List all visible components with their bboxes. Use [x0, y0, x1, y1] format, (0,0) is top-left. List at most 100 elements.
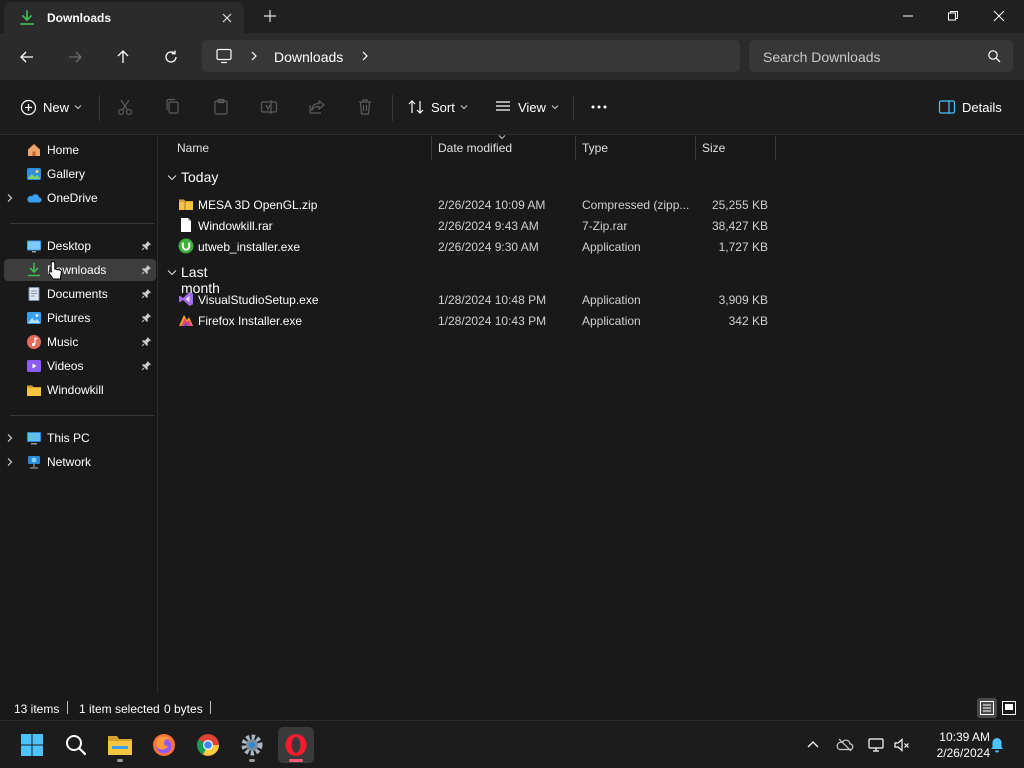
chevron-right-icon[interactable] [6, 433, 14, 443]
file-row[interactable]: Firefox Installer.exe 1/28/2024 10:43 PM… [173, 310, 773, 331]
status-bar: 13 items 1 item selected 0 bytes [0, 693, 1024, 720]
close-icon[interactable] [976, 0, 1022, 32]
running-indicator [249, 759, 255, 762]
selection-count: 1 item selected [79, 702, 160, 716]
details-pane-button[interactable]: Details [938, 96, 1002, 118]
network-icon [26, 454, 42, 470]
sidebar-item-documents[interactable]: Documents [4, 283, 156, 305]
start-button[interactable] [14, 727, 50, 763]
start-icon [20, 733, 44, 757]
taskbar-search-button[interactable] [58, 727, 94, 763]
file-type: Application [582, 314, 641, 328]
column-divider[interactable] [775, 136, 776, 160]
view-button[interactable]: View [494, 96, 559, 118]
paste-icon[interactable] [211, 97, 231, 117]
back-icon[interactable] [15, 45, 39, 69]
home-icon [26, 142, 42, 158]
onedrive-icon[interactable] [836, 736, 854, 754]
sidebar-item-network[interactable]: Network [4, 451, 156, 473]
sidebar-item-pictures[interactable]: Pictures [4, 307, 156, 329]
mouse-pointer-icon [48, 260, 64, 282]
toolbar-divider [392, 95, 393, 121]
forward-icon[interactable] [63, 45, 87, 69]
new-button[interactable]: New [20, 96, 82, 118]
taskbar-opera[interactable] [278, 727, 314, 763]
tiles-view-icon[interactable] [999, 698, 1019, 718]
pin-icon [141, 360, 152, 371]
chevron-right-icon[interactable] [360, 50, 370, 62]
chrome-icon [196, 733, 220, 757]
tab-title: Downloads [47, 11, 112, 25]
sidebar-item-downloads[interactable]: Downloads [4, 259, 156, 281]
chevron-right-icon[interactable] [249, 50, 259, 62]
file-type: Application [582, 293, 641, 307]
show-hidden-icons-icon[interactable] [804, 736, 822, 754]
sidebar-item-onedrive[interactable]: OneDrive [4, 187, 156, 209]
cut-icon[interactable] [115, 97, 135, 117]
search-icon [65, 734, 87, 756]
file-row[interactable]: VisualStudioSetup.exe 1/28/2024 10:48 PM… [173, 289, 773, 310]
taskbar-settings[interactable] [234, 727, 270, 763]
sidebar-item-this-pc[interactable]: This PC [4, 427, 156, 449]
firefox-icon [152, 733, 176, 757]
navigation-pane: Home Gallery OneDrive Desktop Downloads [0, 136, 158, 693]
sidebar-item-label: This PC [47, 431, 90, 445]
sidebar-item-label: Windowkill [47, 383, 104, 397]
column-header-type[interactable]: Type [576, 136, 695, 160]
sidebar-item-desktop[interactable]: Desktop [4, 235, 156, 257]
file-row[interactable]: utweb_installer.exe 2/26/2024 9:30 AM Ap… [173, 236, 773, 257]
taskbar-file-explorer[interactable] [102, 727, 138, 763]
taskbar-chrome[interactable] [190, 727, 226, 763]
refresh-icon[interactable] [159, 45, 183, 69]
sort-button[interactable]: Sort [407, 96, 468, 118]
copy-icon[interactable] [163, 97, 183, 117]
file-size: 3,909 KB [718, 293, 768, 307]
details-view-icon[interactable] [977, 698, 997, 718]
pictures-icon [26, 310, 42, 326]
share-icon[interactable] [307, 97, 327, 117]
sidebar-item-label: Network [47, 455, 92, 469]
this-pc-icon[interactable] [215, 48, 233, 64]
system-clock[interactable]: 10:39 AM 2/26/2024 [918, 729, 990, 761]
sidebar-item-gallery[interactable]: Gallery [4, 163, 156, 185]
file-row[interactable]: MESA 3D OpenGL.zip 2/26/2024 10:09 AM Co… [173, 194, 773, 215]
details-label: Details [962, 99, 1002, 115]
file-date: 1/28/2024 10:43 PM [438, 314, 547, 328]
sidebar-item-label: Gallery [47, 167, 86, 181]
firefox-installer-icon [178, 312, 194, 328]
sidebar-item-music[interactable]: Music [4, 331, 156, 353]
rename-icon[interactable] [259, 97, 279, 117]
network-icon[interactable] [867, 736, 885, 754]
column-header-name[interactable]: Name [171, 136, 432, 160]
chevron-down-icon [74, 104, 82, 110]
more-options-icon[interactable] [589, 97, 609, 117]
file-name: VisualStudioSetup.exe [198, 293, 319, 307]
sidebar-item-videos[interactable]: Videos [4, 355, 156, 377]
restore-icon[interactable] [930, 0, 976, 32]
search-icon[interactable] [987, 49, 1001, 63]
chevron-right-icon[interactable] [6, 193, 14, 203]
tab-downloads[interactable]: Downloads [4, 2, 244, 33]
column-header-date-modified[interactable]: Date modified [432, 136, 575, 160]
breadcrumb-downloads[interactable]: Downloads [274, 49, 343, 65]
address-bar[interactable]: Downloads [202, 40, 740, 72]
chevron-right-icon[interactable] [6, 457, 14, 467]
column-header-label: Type [582, 141, 609, 155]
column-header-size[interactable]: Size [696, 136, 775, 160]
notification-bell-icon[interactable] [988, 736, 1006, 754]
sidebar-item-home[interactable]: Home [4, 139, 156, 161]
search-input[interactable]: Search Downloads [749, 40, 1013, 72]
taskbar-firefox[interactable] [146, 727, 182, 763]
file-row[interactable]: Windowkill.rar 2/26/2024 9:43 AM 7-Zip.r… [173, 215, 773, 236]
delete-icon[interactable] [355, 97, 375, 117]
volume-muted-icon[interactable] [893, 736, 911, 754]
file-icon [178, 217, 194, 233]
folder-icon [26, 382, 42, 398]
downloads-icon [18, 9, 36, 27]
minimize-icon[interactable] [885, 0, 931, 32]
close-tab-icon[interactable] [218, 9, 236, 27]
up-icon[interactable] [111, 45, 135, 69]
sidebar-item-windowkill[interactable]: Windowkill [4, 379, 156, 401]
sidebar-item-label: OneDrive [47, 191, 98, 205]
new-tab-icon[interactable] [261, 7, 279, 25]
